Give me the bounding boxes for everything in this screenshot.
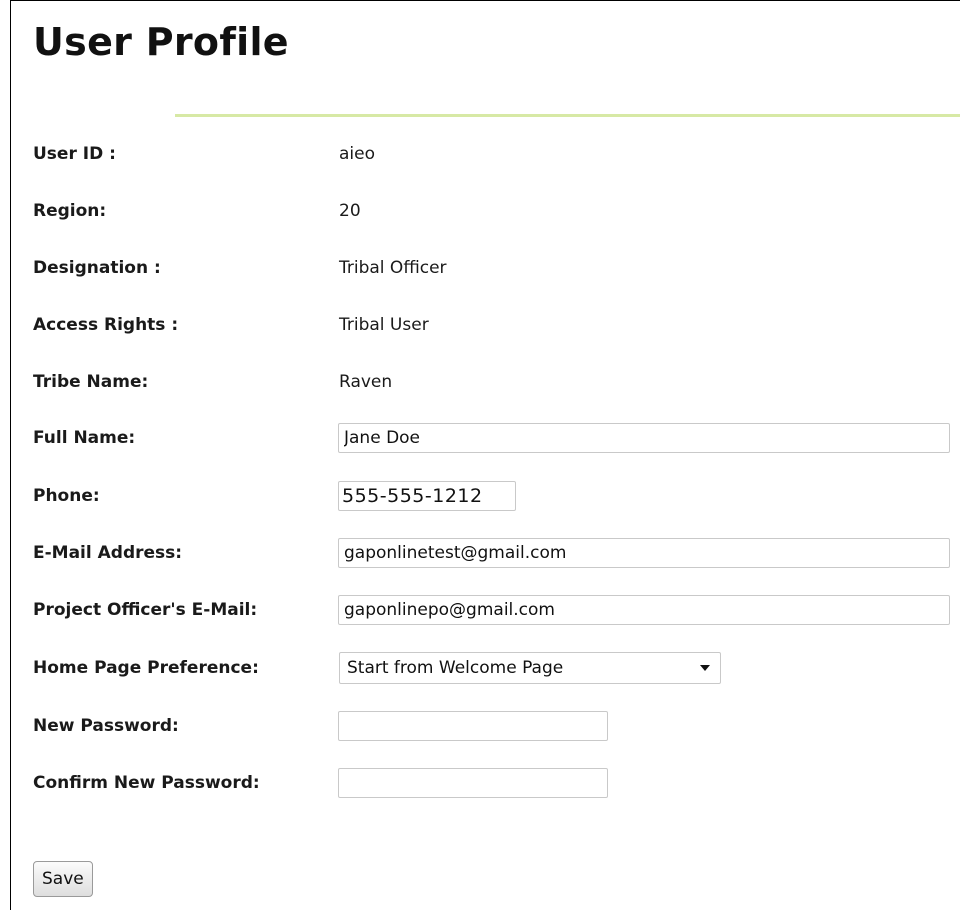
user-id-value: aieo bbox=[339, 144, 376, 164]
phone-label: Phone: bbox=[33, 486, 100, 506]
new-password-row: New Password: bbox=[0, 706, 960, 746]
po-email-row: Project Officer's E-Mail: bbox=[0, 590, 960, 630]
phone-input[interactable] bbox=[338, 481, 516, 511]
email-row: E-Mail Address: bbox=[0, 533, 960, 573]
designation-value: Tribal Officer bbox=[339, 258, 447, 278]
confirm-password-row: Confirm New Password: bbox=[0, 763, 960, 803]
region-row: Region: 20 bbox=[0, 191, 960, 231]
chevron-down-icon bbox=[700, 665, 710, 671]
phone-row: Phone: bbox=[0, 476, 960, 516]
designation-label: Designation : bbox=[33, 258, 161, 278]
tribe-name-row: Tribe Name: Raven bbox=[0, 362, 960, 402]
access-rights-label: Access Rights : bbox=[33, 315, 179, 335]
user-id-row: User ID : aieo bbox=[0, 134, 960, 174]
page-title: User Profile bbox=[33, 20, 289, 64]
confirm-password-label: Confirm New Password: bbox=[33, 773, 260, 793]
full-name-row: Full Name: bbox=[0, 418, 960, 458]
access-rights-row: Access Rights : Tribal User bbox=[0, 305, 960, 345]
email-label: E-Mail Address: bbox=[33, 543, 183, 563]
home-page-label: Home Page Preference: bbox=[33, 658, 259, 678]
full-name-label: Full Name: bbox=[33, 428, 136, 448]
user-id-label: User ID : bbox=[33, 144, 116, 164]
po-email-label: Project Officer's E-Mail: bbox=[33, 600, 258, 620]
email-input[interactable] bbox=[338, 538, 950, 568]
po-email-input[interactable] bbox=[338, 595, 950, 625]
full-name-input[interactable] bbox=[338, 423, 950, 453]
tribe-name-value: Raven bbox=[339, 372, 393, 392]
save-button[interactable]: Save bbox=[33, 861, 93, 897]
home-page-select[interactable]: Start from Welcome Page bbox=[339, 652, 721, 684]
new-password-input[interactable] bbox=[338, 711, 608, 741]
region-value: 20 bbox=[339, 201, 361, 221]
access-rights-value: Tribal User bbox=[339, 315, 429, 335]
title-divider bbox=[175, 114, 960, 117]
confirm-password-input[interactable] bbox=[338, 768, 608, 798]
tribe-name-label: Tribe Name: bbox=[33, 372, 149, 392]
region-label: Region: bbox=[33, 201, 107, 221]
new-password-label: New Password: bbox=[33, 716, 179, 736]
designation-row: Designation : Tribal Officer bbox=[0, 248, 960, 288]
home-page-selected: Start from Welcome Page bbox=[347, 658, 564, 678]
home-page-row: Home Page Preference: Start from Welcome… bbox=[0, 648, 960, 688]
